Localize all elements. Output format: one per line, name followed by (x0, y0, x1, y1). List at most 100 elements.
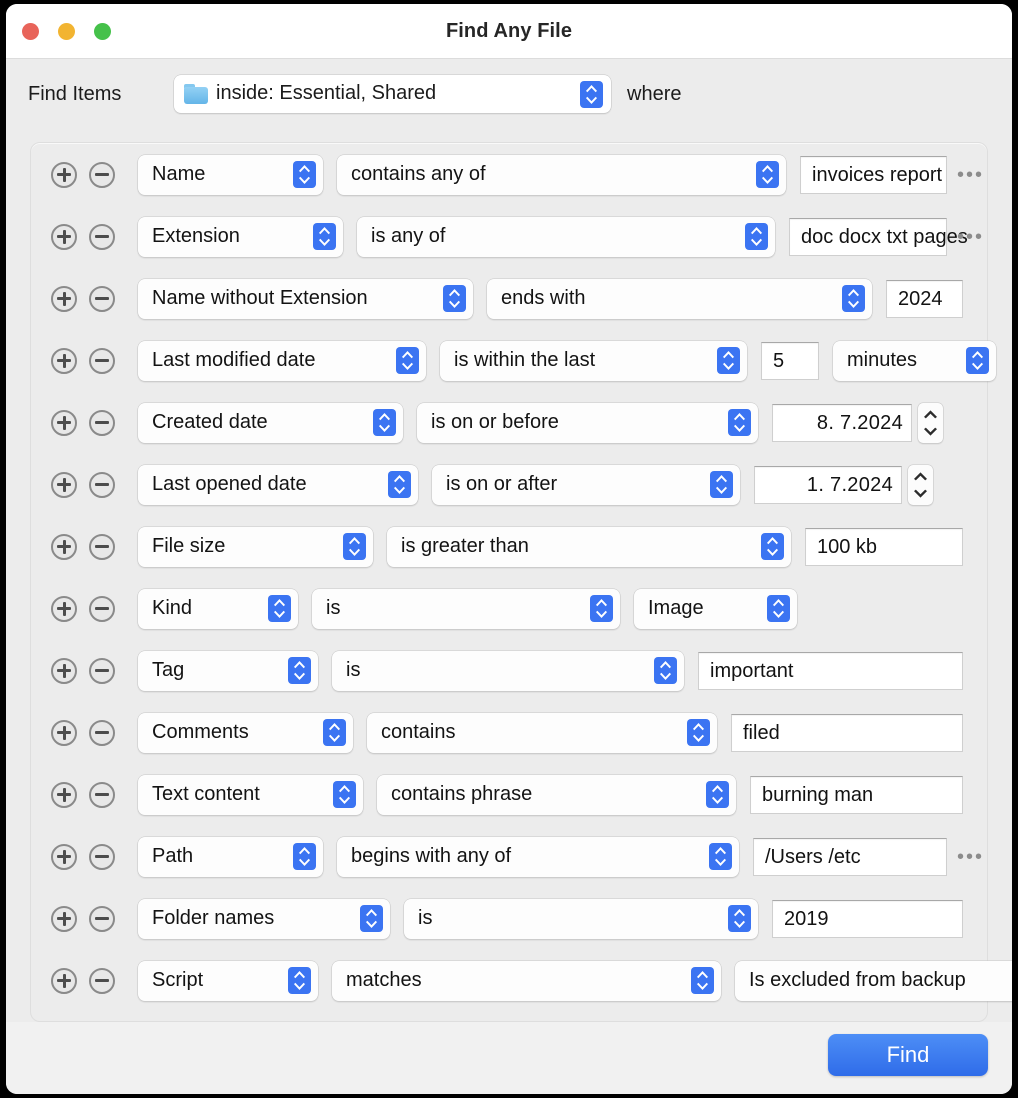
criteria-row: Name contains any of invoices report ••• (31, 145, 987, 207)
remove-criterion-button[interactable] (89, 348, 115, 374)
chevron-updown-icon (728, 409, 751, 436)
add-criterion-button[interactable] (51, 224, 77, 250)
chevron-updown-icon (268, 595, 291, 622)
window-titlebar: Find Any File (6, 4, 1012, 59)
attribute-popup-file-size[interactable]: File size (138, 527, 373, 567)
attribute-label: Script (152, 969, 204, 991)
operator-popup-kind[interactable]: is (312, 589, 620, 629)
attribute-popup-folder-names[interactable]: Folder names (138, 899, 390, 939)
add-criterion-button[interactable] (51, 162, 77, 188)
operator-popup-last-opened-date[interactable]: is on or after (432, 465, 740, 505)
operator-popup-last-modified-date[interactable]: is within the last (440, 341, 747, 381)
attribute-popup-tag[interactable]: Tag (138, 651, 318, 691)
add-criterion-button[interactable] (51, 844, 77, 870)
remove-criterion-button[interactable] (89, 968, 115, 994)
criteria-row: Name without Extension ends with 2024 (31, 269, 987, 331)
remove-criterion-button[interactable] (89, 906, 115, 932)
date-stepper-last-opened-date[interactable] (908, 465, 933, 505)
chevron-updown-icon (710, 471, 733, 498)
add-criterion-button[interactable] (51, 596, 77, 622)
operator-popup-name[interactable]: contains any of (337, 155, 786, 195)
value-popup-script[interactable]: Is excluded from backup (735, 961, 1012, 1001)
chevron-updown-icon (293, 161, 316, 188)
remove-criterion-button[interactable] (89, 658, 115, 684)
value-text-field-extension[interactable]: doc docx txt pages (789, 218, 968, 256)
attribute-label: Extension (152, 225, 240, 247)
operator-popup-text-content[interactable]: contains phrase (377, 775, 736, 815)
attribute-popup-name-without-extension[interactable]: Name without Extension (138, 279, 473, 319)
attribute-popup-last-modified-date[interactable]: Last modified date (138, 341, 426, 381)
more-options-button-extension[interactable]: ••• (957, 227, 984, 247)
add-criterion-button[interactable] (51, 348, 77, 374)
remove-criterion-button[interactable] (89, 410, 115, 436)
remove-criterion-button[interactable] (89, 162, 115, 188)
attribute-popup-kind[interactable]: Kind (138, 589, 298, 629)
value-text-field-file-size[interactable]: 100 kb (805, 528, 963, 566)
criteria-row: Last modified date is within the last 5 min… (31, 331, 996, 393)
value-text-field-folder-names[interactable]: 2019 (772, 900, 963, 938)
value-text-field-text-content[interactable]: burning man (750, 776, 963, 814)
operator-popup-script[interactable]: matches (332, 961, 721, 1001)
chevron-updown-icon (396, 347, 419, 374)
operator-popup-file-size[interactable]: is greater than (387, 527, 791, 567)
value-text-field-name[interactable]: invoices report (800, 156, 947, 194)
add-criterion-button[interactable] (51, 534, 77, 560)
attribute-popup-script[interactable]: Script (138, 961, 318, 1001)
operator-popup-name-without-extension[interactable]: ends with (487, 279, 872, 319)
add-criterion-button[interactable] (51, 720, 77, 746)
attribute-popup-path[interactable]: Path (138, 837, 323, 877)
remove-criterion-button[interactable] (89, 286, 115, 312)
operator-popup-tag[interactable]: is (332, 651, 684, 691)
operator-popup-path[interactable]: begins with any of (337, 837, 739, 877)
attribute-popup-comments[interactable]: Comments (138, 713, 353, 753)
date-stepper-created-date[interactable] (918, 403, 943, 443)
value-date-field-created-date[interactable]: 8. 7.2024 (772, 404, 912, 442)
scope-popup-button[interactable]: inside: Essential, Shared (174, 75, 611, 113)
remove-criterion-button[interactable] (89, 596, 115, 622)
chevron-updown-icon (761, 533, 784, 560)
add-criterion-button[interactable] (51, 906, 77, 932)
add-criterion-button[interactable] (51, 658, 77, 684)
operator-label: contains any of (351, 163, 486, 185)
find-items-label: Find Items (28, 83, 122, 105)
remove-criterion-button[interactable] (89, 782, 115, 808)
chevron-updown-icon (691, 967, 714, 994)
unit-popup-last-modified-date[interactable]: minutes (833, 341, 996, 381)
attribute-popup-last-opened-date[interactable]: Last opened date (138, 465, 418, 505)
remove-criterion-button[interactable] (89, 224, 115, 250)
value-text-field-comments[interactable]: filed (731, 714, 963, 752)
attribute-label: Name (152, 163, 206, 185)
find-any-file-window: Find Any File Find Items inside: Essenti… (6, 4, 1012, 1094)
chevron-updown-icon (728, 905, 751, 932)
value-text: important (710, 660, 794, 682)
value-text-field-name-without-extension[interactable]: 2024 (886, 280, 963, 318)
attribute-popup-extension[interactable]: Extension (138, 217, 343, 257)
attribute-popup-created-date[interactable]: Created date (138, 403, 403, 443)
add-criterion-button[interactable] (51, 968, 77, 994)
value-popup-kind[interactable]: Image (634, 589, 797, 629)
more-options-button-name[interactable]: ••• (957, 165, 984, 185)
remove-criterion-button[interactable] (89, 534, 115, 560)
add-criterion-button[interactable] (51, 286, 77, 312)
remove-criterion-button[interactable] (89, 844, 115, 870)
attribute-popup-text-content[interactable]: Text content (138, 775, 363, 815)
attribute-popup-name[interactable]: Name (138, 155, 323, 195)
add-criterion-button[interactable] (51, 782, 77, 808)
remove-criterion-button[interactable] (89, 720, 115, 746)
add-criterion-button[interactable] (51, 410, 77, 436)
value-text-field-path[interactable]: /Users /etc (753, 838, 947, 876)
find-button[interactable]: Find (828, 1034, 988, 1076)
attribute-label: Text content (152, 783, 260, 805)
operator-popup-created-date[interactable]: is on or before (417, 403, 758, 443)
add-criterion-button[interactable] (51, 472, 77, 498)
operator-popup-extension[interactable]: is any of (357, 217, 775, 257)
operator-label: is within the last (454, 349, 596, 371)
chevron-updown-icon (756, 161, 779, 188)
more-options-button-path[interactable]: ••• (957, 847, 984, 867)
operator-popup-comments[interactable]: contains (367, 713, 717, 753)
value-date-field-last-opened-date[interactable]: 1. 7.2024 (754, 466, 902, 504)
operator-popup-folder-names[interactable]: is (404, 899, 758, 939)
value-number-field-last-modified-date[interactable]: 5 (761, 342, 819, 380)
value-text-field-tag[interactable]: important (698, 652, 963, 690)
remove-criterion-button[interactable] (89, 472, 115, 498)
